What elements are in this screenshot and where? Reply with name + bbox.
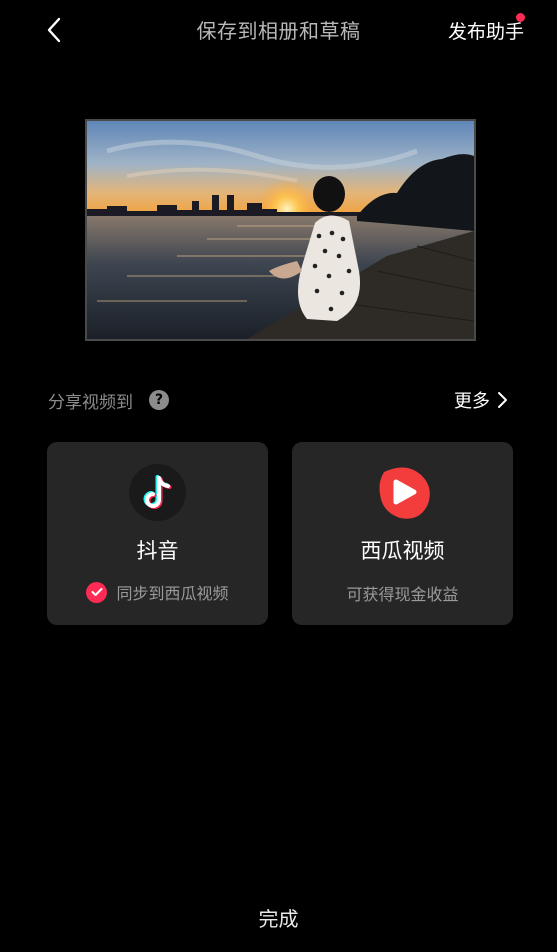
xigua-description: 可获得现金收益 bbox=[346, 585, 459, 604]
share-to-label: 分享视频到 bbox=[48, 393, 133, 413]
xigua-logo-icon bbox=[379, 467, 430, 519]
sync-xigua-label: 同步到西瓜视频 bbox=[116, 584, 229, 603]
xigua-name: 西瓜视频 bbox=[360, 539, 445, 563]
douyin-name: 抖音 bbox=[136, 539, 179, 563]
video-preview[interactable] bbox=[85, 119, 476, 341]
chevron-right-icon bbox=[498, 392, 507, 408]
share-target-douyin[interactable]: 抖音 同步到西瓜视频 bbox=[47, 442, 268, 625]
publish-assistant-button[interactable]: 发布助手 bbox=[448, 17, 524, 44]
notification-dot bbox=[516, 13, 525, 22]
video-thumbnail bbox=[87, 121, 474, 339]
share-target-xigua[interactable]: 西瓜视频 可获得现金收益 bbox=[292, 442, 513, 625]
done-button[interactable]: 完成 bbox=[0, 903, 557, 932]
more-button[interactable]: 更多 bbox=[454, 387, 510, 413]
check-icon[interactable] bbox=[86, 581, 108, 603]
sync-xigua-option[interactable]: 同步到西瓜视频 bbox=[47, 580, 268, 604]
douyin-logo-icon bbox=[129, 464, 186, 521]
question-icon[interactable]: ? bbox=[149, 390, 169, 410]
more-label: 更多 bbox=[454, 391, 490, 412]
